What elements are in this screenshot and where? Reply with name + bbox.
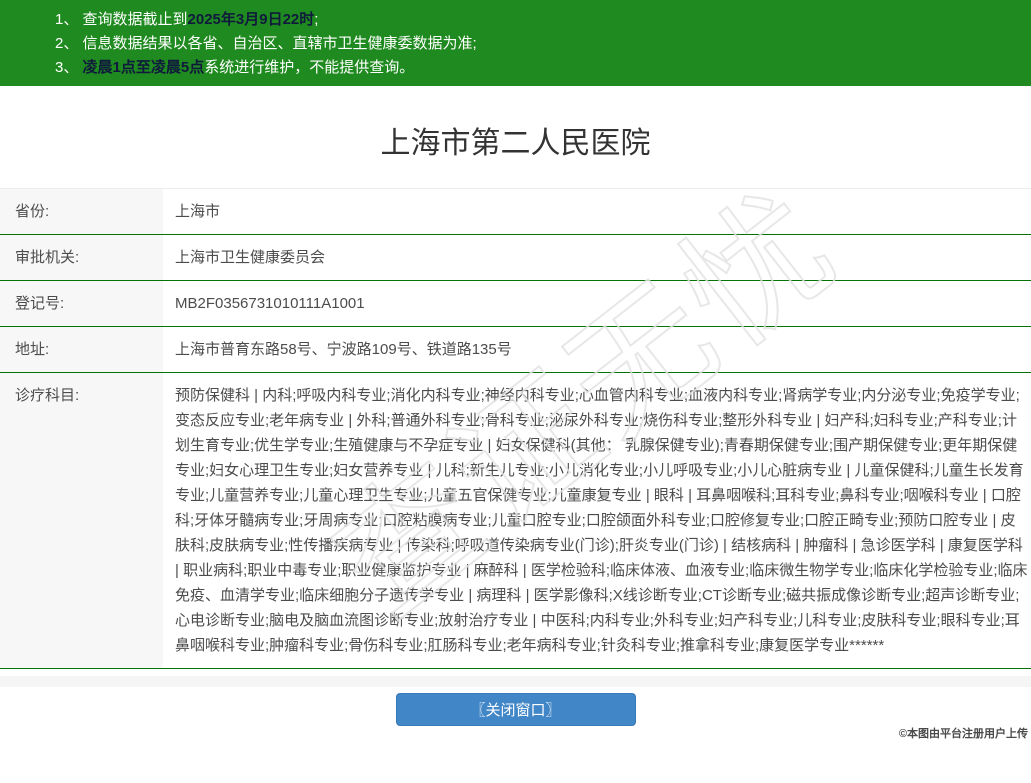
table-row-registration-number: 登记号: MB2F0356731010111A1001 [0,280,1031,327]
notice-banner: 1、 查询数据截止到2025年3月9日22时; 2、 信息数据结果以各省、自治区… [0,0,1031,86]
notice-text: 3、 [55,59,83,76]
table-row-medical-subjects: 诊疗科目: 预防保健科 | 内科;呼吸内科专业;消化内科专业;神经内科专业;心血… [0,372,1031,669]
row-label-approval-authority: 审批机关: [0,234,163,281]
notice-text: ; [314,11,319,28]
row-label-province: 省份: [0,188,163,235]
table-row-province: 省份: 上海市 [0,188,1031,235]
row-label-medical-subjects: 诊疗科目: [0,372,163,669]
row-label-registration-number: 登记号: [0,280,163,327]
notice-highlight: 凌晨1点至凌晨5点 [82,59,205,76]
divider-strip [0,676,1031,687]
notice-line-2: 2、 信息数据结果以各省、自治区、直辖市卫生健康委数据为准; [55,32,1021,56]
row-value-approval-authority: 上海市卫生健康委员会 [163,234,1031,281]
notice-text: 1、 查询数据截止到 [55,11,188,28]
page-title: 上海市第二人民医院 [380,127,651,160]
row-value-province: 上海市 [163,188,1031,235]
row-value-address: 上海市普育东路58号、宁波路109号、铁道路135号 [163,326,1031,373]
table-row-approval-authority: 审批机关: 上海市卫生健康委员会 [0,234,1031,281]
row-value-registration-number: MB2F0356731010111A1001 [163,280,1031,327]
upload-credit: ©本图由平台注册用户上传 [898,728,1028,740]
row-label-address: 地址: [0,326,163,373]
hospital-info-table: 省份: 上海市 审批机关: 上海市卫生健康委员会 登记号: MB2F035673… [0,188,1031,669]
notice-line-1: 1、 查询数据截止到2025年3月9日22时; [55,8,1021,32]
notice-highlight: 2025年3月9日22时 [187,11,315,28]
notice-line-3: 3、 凌晨1点至凌晨5点系统进行维护，不能提供查询。 [55,56,1021,80]
footer: 〖关闭窗口〗 ©本图由平台注册用户上传 [0,687,1031,742]
table-row-address: 地址: 上海市普育东路58号、宁波路109号、铁道路135号 [0,326,1031,373]
row-value-medical-subjects: 预防保健科 | 内科;呼吸内科专业;消化内科专业;神经内科专业;心血管内科专业;… [163,372,1031,669]
close-window-button[interactable]: 〖关闭窗口〗 [395,693,636,726]
notice-text: 2、 信息数据结果以各省、自治区、直辖市卫生健康委数据为准; [55,35,477,52]
notice-text: 系统进行维护，不能提供查询。 [204,59,415,76]
